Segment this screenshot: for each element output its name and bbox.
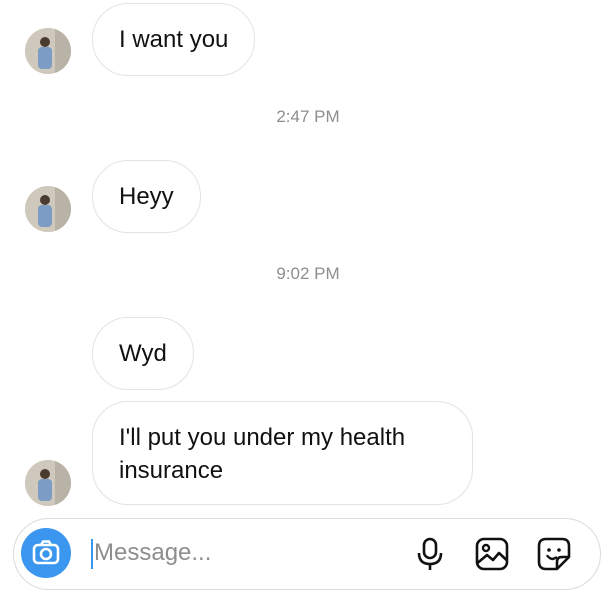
gallery-icon (475, 537, 509, 571)
sender-avatar[interactable] (25, 186, 71, 232)
incoming-message[interactable]: Heyy (92, 160, 201, 233)
sticker-icon (537, 537, 571, 571)
gallery-button[interactable] (474, 536, 510, 572)
timestamp: 9:02 PM (276, 264, 340, 283)
incoming-message[interactable]: Wyd (92, 317, 194, 390)
message-thread: I want you 2:47 PM Heyy 9:02 PM Wyd I'll… (0, 0, 616, 515)
camera-icon (32, 540, 60, 565)
message-input[interactable] (94, 533, 394, 573)
incoming-message[interactable]: I'll put you under my health insurance (92, 401, 473, 505)
sender-avatar[interactable] (25, 460, 71, 506)
sender-avatar[interactable] (25, 28, 71, 74)
sticker-button[interactable] (536, 536, 572, 572)
timestamp: 2:47 PM (276, 107, 340, 126)
camera-button[interactable] (21, 528, 71, 578)
incoming-message[interactable]: I want you (92, 3, 256, 76)
microphone-icon (417, 537, 443, 570)
microphone-button[interactable] (412, 536, 448, 572)
message-composer (13, 518, 601, 590)
text-caret (91, 539, 93, 569)
